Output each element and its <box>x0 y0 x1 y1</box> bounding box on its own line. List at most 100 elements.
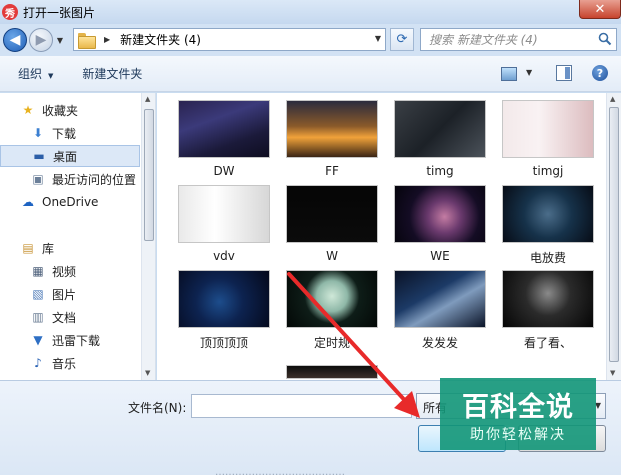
sidebar-item-label: 收藏夹 <box>42 103 79 118</box>
window-title: 打开一张图片 <box>23 5 96 20</box>
file-item-we[interactable]: WE <box>394 185 486 267</box>
image-thumbnail[interactable] <box>394 100 486 158</box>
sidebar-scrollbar[interactable]: ▲ ▼ <box>141 93 155 380</box>
file-item-dw[interactable]: DW <box>178 100 270 182</box>
image-thumbnail[interactable] <box>286 270 378 328</box>
new-folder-button[interactable]: 新建文件夹 <box>82 65 142 82</box>
image-thumbnail[interactable] <box>178 100 270 158</box>
desktop-icon: ▬ <box>33 149 45 163</box>
file-name-label[interactable]: W <box>280 249 384 263</box>
image-thumbnail[interactable] <box>394 185 486 243</box>
organize-label: 组织 <box>18 67 43 81</box>
pictures-icon: ▧ <box>32 287 44 301</box>
sidebar-item-thunder-downloads[interactable]: ▼ 迅雷下载 <box>0 329 140 351</box>
file-item-timg[interactable]: timg <box>394 100 486 182</box>
file-item-dianfangfei[interactable]: 电放费 <box>502 185 594 267</box>
address-dropdown-icon[interactable]: ▼ <box>375 34 381 43</box>
sidebar-item-downloads[interactable]: ⬇ 下载 <box>0 122 140 144</box>
file-name-label[interactable]: FF <box>280 164 384 178</box>
sidebar-item-videos[interactable]: ▦ 视频 <box>0 260 140 282</box>
file-name-label[interactable]: 定时规 <box>280 334 384 351</box>
file-item-kanlekan[interactable]: 看了看、 <box>502 270 594 352</box>
image-thumbnail[interactable] <box>502 270 594 328</box>
app-icon[interactable]: 秀 <box>2 4 18 20</box>
sidebar-item-favorites[interactable]: ★ 收藏夹 <box>0 99 140 121</box>
file-name-label[interactable]: 看了看、 <box>496 334 600 351</box>
download-folder-icon: ⬇ <box>32 126 44 140</box>
file-name-label[interactable]: timg <box>388 164 492 178</box>
image-thumbnail[interactable] <box>286 185 378 243</box>
image-thumbnail[interactable] <box>502 185 594 243</box>
content-scrollbar[interactable]: ▲ ▼ <box>606 93 621 380</box>
sidebar-item-label: 最近访问的位置 <box>52 172 137 187</box>
sidebar-item-label: 音乐 <box>52 356 77 371</box>
cloud-icon: ☁ <box>22 195 34 209</box>
close-button[interactable]: ✕ <box>579 0 621 19</box>
sidebar-item-music[interactable]: ♪ 音乐 <box>0 352 140 374</box>
file-name-label[interactable]: 发发发 <box>388 334 492 351</box>
libraries-icon: ▤ <box>22 241 34 255</box>
title-bar: 秀 打开一张图片 ✕ <box>0 0 621 24</box>
video-icon: ▦ <box>32 264 44 278</box>
back-button[interactable]: ◀ <box>3 28 27 52</box>
file-name-label[interactable]: WE <box>388 249 492 263</box>
help-icon[interactable]: ? <box>592 65 608 81</box>
sidebar-item-onedrive[interactable]: ☁ OneDrive <box>0 191 140 213</box>
file-item-partial[interactable] <box>286 365 378 380</box>
search-icon[interactable] <box>598 32 612 46</box>
search-input[interactable]: 搜索 新建文件夹 (4) <box>429 31 538 48</box>
sidebar-scroll-thumb[interactable] <box>144 109 154 241</box>
address-bar[interactable]: ▶ 新建文件夹 (4) ▼ <box>73 28 386 51</box>
breadcrumb-current-folder[interactable]: 新建文件夹 (4) <box>120 31 201 48</box>
sidebar-item-libraries[interactable]: ▤ 库 <box>0 237 140 259</box>
file-item-timgj[interactable]: timgj <box>502 100 594 182</box>
scroll-down-icon[interactable]: ▼ <box>145 369 150 377</box>
file-item-dingding[interactable]: 顶顶顶顶 <box>178 270 270 352</box>
refresh-button[interactable]: ⟳ <box>390 28 414 51</box>
sidebar-item-documents[interactable]: ▥ 文档 <box>0 306 140 328</box>
file-name-label[interactable]: 顶顶顶顶 <box>172 334 276 351</box>
history-dropdown-icon[interactable]: ▼ <box>54 36 66 45</box>
image-thumbnail[interactable] <box>502 100 594 158</box>
file-item-ff[interactable]: FF <box>286 100 378 182</box>
change-view-icon[interactable] <box>501 67 517 81</box>
file-item-dingshigui[interactable]: 定时规 <box>286 270 378 352</box>
organize-menu[interactable]: 组织 ▼ <box>18 65 53 82</box>
image-thumbnail[interactable] <box>286 100 378 158</box>
forward-button[interactable]: ▶ <box>29 28 53 52</box>
search-box[interactable]: 搜索 新建文件夹 (4) <box>420 28 617 51</box>
view-options-dropdown-icon[interactable]: ▼ <box>526 68 532 77</box>
sidebar-item-desktop[interactable]: ▬ 桌面 <box>0 145 140 167</box>
watermark-subtitle: 助你轻松解决 <box>470 427 566 443</box>
thunder-download-icon: ▼ <box>33 333 43 347</box>
navigation-pane: ★ 收藏夹 ⬇ 下载 ▬ 桌面 ▣ 最近访问的位置 ☁ OneDrive ▤ 库… <box>0 93 156 380</box>
file-name-label[interactable]: vdv <box>172 249 276 263</box>
file-item-fafafa[interactable]: 发发发 <box>394 270 486 352</box>
background-text: ………………………………… <box>215 469 345 475</box>
navigation-bar: ◀ ▶ ▼ ▶ 新建文件夹 (4) ▼ ⟳ 搜索 新建文件夹 (4) <box>0 24 621 56</box>
sidebar-item-pictures[interactable]: ▧ 图片 <box>0 283 140 305</box>
image-thumbnail[interactable] <box>178 270 270 328</box>
sidebar-item-label: 桌面 <box>53 149 78 164</box>
image-thumbnail[interactable] <box>394 270 486 328</box>
image-thumbnail[interactable] <box>286 365 378 379</box>
scroll-up-icon[interactable]: ▲ <box>145 95 150 103</box>
file-name-label[interactable]: timgj <box>496 164 600 178</box>
folder-icon <box>78 32 96 49</box>
file-item-w[interactable]: W <box>286 185 378 267</box>
music-icon: ♪ <box>34 356 42 370</box>
sidebar-item-recent-places[interactable]: ▣ 最近访问的位置 <box>0 168 140 190</box>
scroll-up-icon[interactable]: ▲ <box>610 95 615 103</box>
image-thumbnail[interactable] <box>178 185 270 243</box>
filename-input[interactable] <box>191 394 412 418</box>
file-name-label[interactable]: DW <box>172 164 276 178</box>
content-scroll-thumb[interactable] <box>609 107 619 362</box>
sidebar-item-label: 下载 <box>52 126 77 141</box>
file-name-label[interactable]: 电放费 <box>496 249 600 266</box>
preview-pane-icon[interactable] <box>556 65 572 81</box>
file-item-vdv[interactable]: vdv <box>178 185 270 267</box>
watermark-badge: 百科全说 助你轻松解决 <box>440 378 596 450</box>
recent-places-icon: ▣ <box>32 172 44 186</box>
breadcrumb-arrow-icon[interactable]: ▶ <box>104 35 110 44</box>
scroll-down-icon[interactable]: ▼ <box>610 369 615 377</box>
